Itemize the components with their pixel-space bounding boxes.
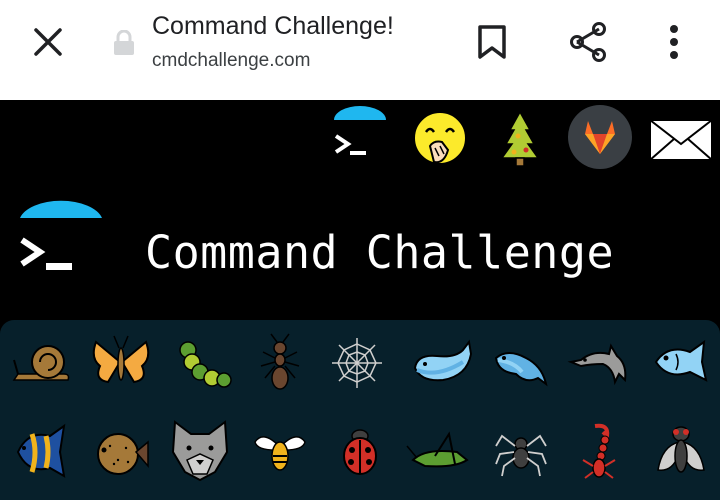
browser-toolbar: Command Challenge! cmdchallenge.com bbox=[0, 0, 720, 100]
page-info[interactable]: Command Challenge! cmdchallenge.com bbox=[152, 10, 394, 75]
emoji-row bbox=[0, 416, 720, 496]
emoji-row bbox=[0, 328, 720, 408]
tropical-fish-icon[interactable] bbox=[8, 416, 78, 486]
spouting-whale-icon[interactable] bbox=[486, 328, 556, 398]
wolf-icon[interactable] bbox=[165, 416, 235, 486]
challenge-emoji-panel bbox=[0, 320, 720, 500]
spider-web-icon[interactable] bbox=[322, 328, 392, 398]
ant-icon[interactable] bbox=[245, 328, 315, 398]
page-content: Command Challenge bbox=[0, 100, 720, 500]
cmd-logo-large bbox=[16, 196, 106, 282]
caterpillar-icon[interactable] bbox=[166, 328, 236, 398]
blowfish-icon[interactable] bbox=[86, 416, 156, 486]
fly-icon[interactable] bbox=[646, 416, 716, 486]
page-title: Command Challenge bbox=[145, 226, 615, 279]
butterfly-icon[interactable] bbox=[86, 328, 156, 398]
face-with-hand-over-mouth-icon[interactable] bbox=[408, 106, 472, 170]
dolphin-icon[interactable] bbox=[565, 328, 635, 398]
cricket-icon[interactable] bbox=[405, 416, 475, 486]
envelope-icon[interactable] bbox=[648, 106, 713, 170]
snail-icon[interactable] bbox=[8, 328, 78, 398]
spider-icon[interactable] bbox=[486, 416, 556, 486]
bee-icon[interactable] bbox=[245, 416, 315, 486]
christmas-tree-icon[interactable] bbox=[488, 106, 552, 170]
lock-icon bbox=[112, 30, 136, 56]
fish-icon[interactable] bbox=[646, 328, 716, 398]
more-vert-icon[interactable] bbox=[650, 18, 698, 66]
page-title-text: Command Challenge! bbox=[152, 12, 394, 40]
gitlab-icon[interactable] bbox=[567, 104, 633, 170]
whale-icon[interactable] bbox=[407, 328, 477, 398]
close-icon[interactable] bbox=[24, 22, 72, 62]
scorpion-icon[interactable] bbox=[565, 416, 635, 486]
ladybug-icon[interactable] bbox=[325, 416, 395, 486]
bookmark-icon[interactable] bbox=[468, 18, 516, 66]
cmd-logo-icon[interactable] bbox=[328, 106, 392, 170]
share-icon[interactable] bbox=[564, 18, 612, 66]
page-url: cmdchallenge.com bbox=[152, 50, 311, 71]
header-icon-bar bbox=[0, 104, 720, 176]
